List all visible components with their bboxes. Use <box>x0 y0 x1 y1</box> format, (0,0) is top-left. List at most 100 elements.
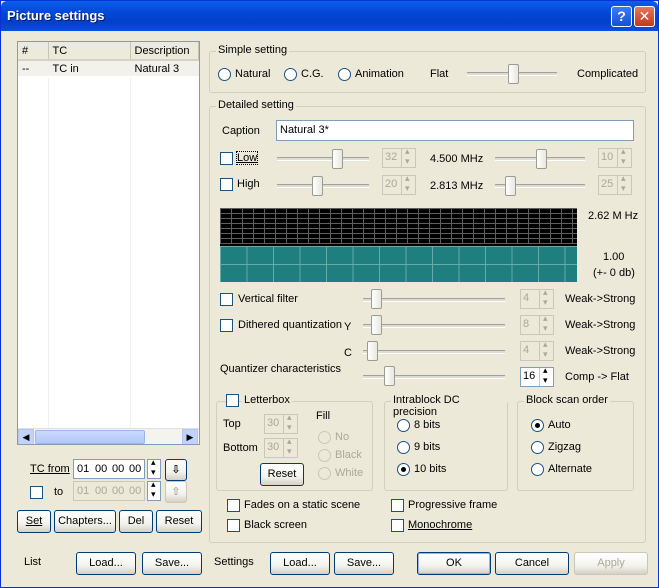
high-right-slider-thumb[interactable] <box>505 176 516 196</box>
dither-c-spinner[interactable]: 4 <box>520 339 554 361</box>
tc-to-checkbox[interactable] <box>30 486 43 499</box>
scan-order-title: Block scan order <box>524 394 610 406</box>
scroll-left-button[interactable]: ◀ <box>18 429 34 444</box>
low-right-spinner[interactable]: 10 <box>598 146 632 168</box>
tc-from-ff: 00 <box>129 463 142 475</box>
reset-list-button[interactable]: Reset <box>156 510 202 533</box>
intrablock-8bits-radio[interactable] <box>397 419 410 432</box>
letterbox-reset-button[interactable]: Reset <box>260 463 304 486</box>
frequency-response-meter <box>220 208 577 282</box>
high-right-spinner[interactable]: 25 <box>598 173 632 195</box>
vertical-filter-spinner[interactable]: 4 <box>520 287 554 309</box>
vertical-filter-range: Weak->Strong <box>565 293 636 305</box>
col-tc[interactable]: TC <box>48 42 131 61</box>
meter-value: 1.00 <box>603 251 625 263</box>
scan-zigzag-label: Zigzag <box>548 441 582 453</box>
fill-black-radio[interactable] <box>318 449 331 462</box>
quantizer-spinner[interactable]: 16 <box>520 365 554 387</box>
monochrome-checkbox[interactable] <box>391 519 404 532</box>
detailed-setting-title: Detailed setting <box>216 99 296 111</box>
black-screen-checkbox[interactable] <box>227 519 240 532</box>
caption-input[interactable]: Natural 3* <box>276 120 634 141</box>
table-row[interactable]: -- TC in Natural 3 <box>18 60 199 76</box>
scroll-thumb[interactable] <box>35 430 145 444</box>
tc-to-spinner[interactable] <box>145 479 161 501</box>
high-spinner[interactable]: 20 <box>382 173 416 195</box>
dithered-label: Dithered quantization <box>238 319 342 331</box>
tc-to-hh: 01 <box>77 485 90 497</box>
dither-c-label: C <box>344 347 352 359</box>
vertical-filter-label: Vertical filter <box>238 293 298 305</box>
low-slider-track[interactable] <box>277 157 369 161</box>
dither-y-slider-track[interactable] <box>363 324 505 328</box>
meter-grid <box>220 208 577 244</box>
radio-natural[interactable] <box>218 68 231 81</box>
letterbox-bottom-spinner[interactable]: 30 <box>264 436 298 458</box>
high-slider-thumb[interactable] <box>312 176 323 196</box>
fades-label: Fades on a static scene <box>244 499 361 511</box>
intrablock-10bits-radio[interactable] <box>397 463 410 476</box>
low-slider-thumb[interactable] <box>332 149 343 169</box>
tc-from-arrow-down-button[interactable]: ⇩ <box>165 459 187 481</box>
tc-from-field[interactable]: 01 00 00 00 <box>73 459 145 479</box>
letterbox-checkbox[interactable] <box>226 394 239 407</box>
radio-animation[interactable] <box>338 68 351 81</box>
scan-auto-radio[interactable] <box>531 419 544 432</box>
letterbox-top-label: Top <box>223 418 241 430</box>
dithered-checkbox[interactable] <box>220 319 233 332</box>
tc-from-mm: 00 <box>95 463 108 475</box>
apply-button[interactable]: Apply <box>574 552 648 575</box>
radio-natural-label: Natural <box>235 68 271 80</box>
vertical-filter-slider-track[interactable] <box>363 298 505 302</box>
scroll-right-button[interactable]: ▶ <box>182 429 198 444</box>
ok-button[interactable]: OK <box>417 552 491 575</box>
dither-c-slider-track[interactable] <box>363 350 505 354</box>
tc-from-spinner[interactable] <box>145 457 161 479</box>
vertical-filter-slider-thumb[interactable] <box>371 289 382 309</box>
high-slider-track[interactable] <box>277 184 369 188</box>
vertical-filter-checkbox[interactable] <box>220 293 233 306</box>
high-label: High <box>237 178 260 190</box>
fades-checkbox[interactable] <box>227 499 240 512</box>
low-checkbox[interactable] <box>220 152 233 165</box>
letterbox-label: Letterbox <box>242 394 292 406</box>
low-right-spinner-value: 10 <box>601 151 614 163</box>
quantizer-slider-thumb[interactable] <box>384 366 395 386</box>
fill-white-radio[interactable] <box>318 467 331 480</box>
fill-no-radio[interactable] <box>318 431 331 444</box>
settings-load-button[interactable]: Load... <box>270 552 330 575</box>
letterbox-bottom-label: Bottom <box>223 442 258 454</box>
settings-save-button[interactable]: Save... <box>334 552 394 575</box>
radio-cg[interactable] <box>284 68 297 81</box>
low-right-slider-thumb[interactable] <box>536 149 547 169</box>
progressive-checkbox[interactable] <box>391 499 404 512</box>
dither-y-slider-thumb[interactable] <box>371 315 382 335</box>
chapters-button[interactable]: Chapters... <box>54 510 116 533</box>
low-spinner[interactable]: 32 <box>382 146 416 168</box>
del-button[interactable]: Del <box>119 510 153 533</box>
scan-zigzag-radio[interactable] <box>531 441 544 454</box>
tc-to-arrow-up-button[interactable]: ⇧ <box>165 481 187 503</box>
intrablock-title: Intrablock DC precision <box>391 394 507 418</box>
close-button[interactable]: ✕ <box>634 6 655 27</box>
col-num[interactable]: # <box>18 42 49 61</box>
tc-to-field[interactable]: 01 00 00 00 <box>73 481 145 501</box>
set-button[interactable]: Set <box>17 510 51 533</box>
high-checkbox[interactable] <box>220 178 233 191</box>
help-button[interactable]: ? <box>611 6 632 27</box>
horizontal-scrollbar[interactable]: ◀ ▶ <box>18 428 199 444</box>
tc-list[interactable]: # TC Description -- TC in Natural 3 ◀ ▶ <box>17 41 200 445</box>
simple-slider-thumb[interactable] <box>508 64 519 84</box>
vertical-filter-value: 4 <box>523 292 530 304</box>
letterbox-top-spinner[interactable]: 30 <box>264 412 298 434</box>
intrablock-9bits-radio[interactable] <box>397 441 410 454</box>
dither-c-slider-thumb[interactable] <box>367 341 378 361</box>
scan-alternate-radio[interactable] <box>531 463 544 476</box>
cancel-button[interactable]: Cancel <box>495 552 569 575</box>
list-save-button[interactable]: Save... <box>142 552 202 575</box>
list-load-button[interactable]: Load... <box>76 552 136 575</box>
col-description[interactable]: Description <box>130 42 199 61</box>
tc-to-ss: 00 <box>112 485 125 497</box>
dither-y-spinner[interactable]: 8 <box>520 313 554 335</box>
caption-label: Caption <box>222 125 260 137</box>
